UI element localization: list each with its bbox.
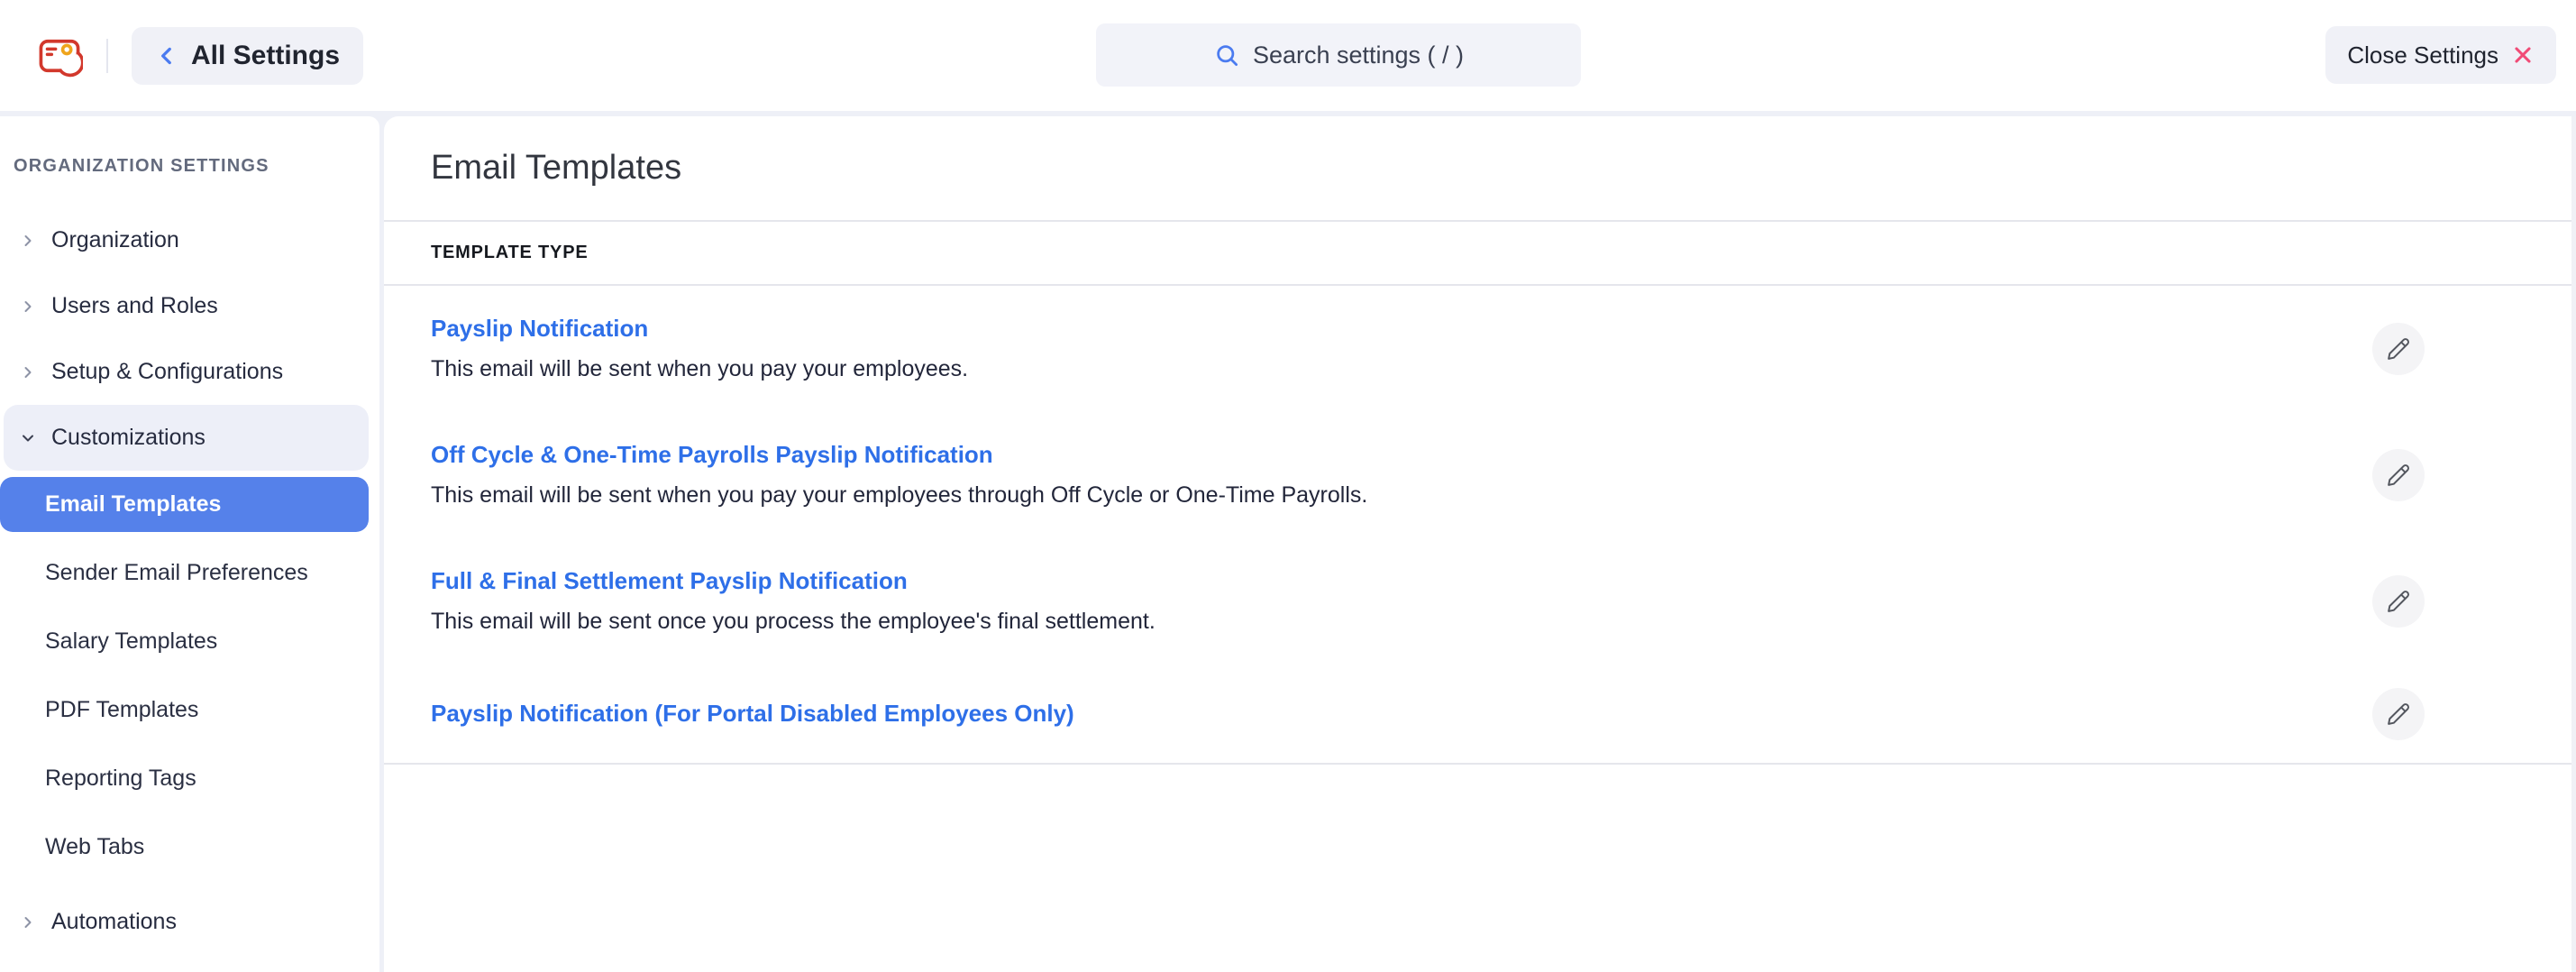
email-templates-panel: Email Templates TEMPLATE TYPE Payslip No… (384, 116, 2576, 972)
sidebar-subitem-email-templates[interactable]: Email Templates (0, 477, 369, 532)
template-description: This email will be sent once you process… (431, 606, 1156, 637)
template-link-payslip-notification[interactable]: Payslip Notification (431, 313, 968, 344)
template-row: Off Cycle & One-Time Payrolls Payslip No… (384, 412, 2576, 538)
sidebar-item-automations[interactable]: Automations (0, 889, 379, 955)
edit-template-button[interactable] (2372, 575, 2425, 628)
search-placeholder: Search settings ( / ) (1253, 41, 1464, 69)
sidebar-subitem-label: PDF Templates (45, 697, 198, 723)
scrollbar-track[interactable] (2571, 116, 2576, 972)
template-link-payslip-notification-portal-disabled[interactable]: Payslip Notification (For Portal Disable… (431, 698, 1074, 729)
sidebar-item-setup-configurations[interactable]: Setup & Configurations (0, 339, 379, 405)
template-row: Payslip Notification (For Portal Disable… (384, 665, 2576, 763)
sidebar-subitem-label: Reporting Tags (45, 766, 196, 792)
top-bar: All Settings Search settings ( / ) Close… (0, 0, 2576, 111)
topbar-divider (106, 39, 108, 73)
sidebar-subitem-salary-templates[interactable]: Salary Templates (0, 614, 369, 669)
sidebar-subitem-label: Salary Templates (45, 628, 217, 655)
sidebar-nav: Organization Users and Roles Setup & Con… (0, 207, 379, 955)
template-link-full-final-settlement-payslip-notification[interactable]: Full & Final Settlement Payslip Notifica… (431, 565, 1156, 597)
edit-template-button[interactable] (2372, 323, 2425, 375)
sidebar-item-organization[interactable]: Organization (0, 207, 379, 273)
table-header-row: TEMPLATE TYPE (384, 222, 2576, 284)
sidebar-subitem-sender-email-preferences[interactable]: Sender Email Preferences (0, 546, 369, 601)
edit-template-button[interactable] (2372, 688, 2425, 740)
template-link-off-cycle-payslip-notification[interactable]: Off Cycle & One-Time Payrolls Payslip No… (431, 439, 1367, 471)
edit-template-button[interactable] (2372, 449, 2425, 501)
content-area: ORGANIZATION SETTINGS Organization Users… (0, 116, 2576, 972)
chevron-right-icon (18, 298, 38, 316)
sidebar-subitem-web-tabs[interactable]: Web Tabs (0, 820, 369, 875)
sidebar-item-label: Users and Roles (51, 293, 218, 319)
close-settings-label: Close Settings (2347, 41, 2498, 69)
template-row: Full & Final Settlement Payslip Notifica… (384, 538, 2576, 665)
all-settings-label: All Settings (191, 41, 340, 71)
sidebar-subitem-label: Email Templates (45, 491, 221, 518)
sidebar-subitem-reporting-tags[interactable]: Reporting Tags (0, 751, 369, 806)
sidebar-subitem-pdf-templates[interactable]: PDF Templates (0, 683, 369, 738)
pencil-edit-icon (2386, 463, 2411, 488)
pencil-edit-icon (2386, 589, 2411, 614)
template-row: Payslip Notification This email will be … (384, 286, 2576, 412)
pencil-edit-icon (2386, 701, 2411, 727)
chevron-right-icon (18, 232, 38, 250)
search-settings-input[interactable]: Search settings ( / ) (1096, 23, 1581, 87)
sidebar-item-customizations[interactable]: Customizations (4, 405, 369, 471)
sidebar-item-label: Automations (51, 909, 177, 935)
sidebar-item-users-and-roles[interactable]: Users and Roles (0, 273, 379, 339)
sidebar-subitem-label: Web Tabs (45, 834, 144, 860)
template-description: This email will be sent when you pay you… (431, 353, 968, 385)
sidebar-item-label: Setup & Configurations (51, 359, 283, 385)
app-logo-icon[interactable] (36, 32, 83, 79)
settings-sidebar: ORGANIZATION SETTINGS Organization Users… (0, 116, 379, 972)
pencil-edit-icon (2386, 336, 2411, 362)
chevron-left-icon (155, 44, 178, 68)
close-settings-button[interactable]: Close Settings (2325, 26, 2556, 84)
sidebar-subitem-label: Sender Email Preferences (45, 560, 308, 586)
page-title: Email Templates (431, 149, 681, 188)
divider (384, 763, 2576, 765)
chevron-right-icon (18, 363, 38, 381)
chevron-right-icon (18, 913, 38, 931)
template-description: This email will be sent when you pay you… (431, 480, 1367, 511)
chevron-down-icon (18, 429, 38, 447)
sidebar-item-label: Organization (51, 227, 179, 253)
template-type-column-header: TEMPLATE TYPE (431, 243, 588, 263)
sidebar-item-label: Customizations (51, 425, 206, 451)
search-icon (1213, 41, 1240, 69)
all-settings-back-button[interactable]: All Settings (132, 27, 363, 85)
sidebar-section-label: ORGANIZATION SETTINGS (14, 156, 379, 177)
close-x-icon (2511, 43, 2535, 67)
main-header: Email Templates (384, 116, 2576, 220)
